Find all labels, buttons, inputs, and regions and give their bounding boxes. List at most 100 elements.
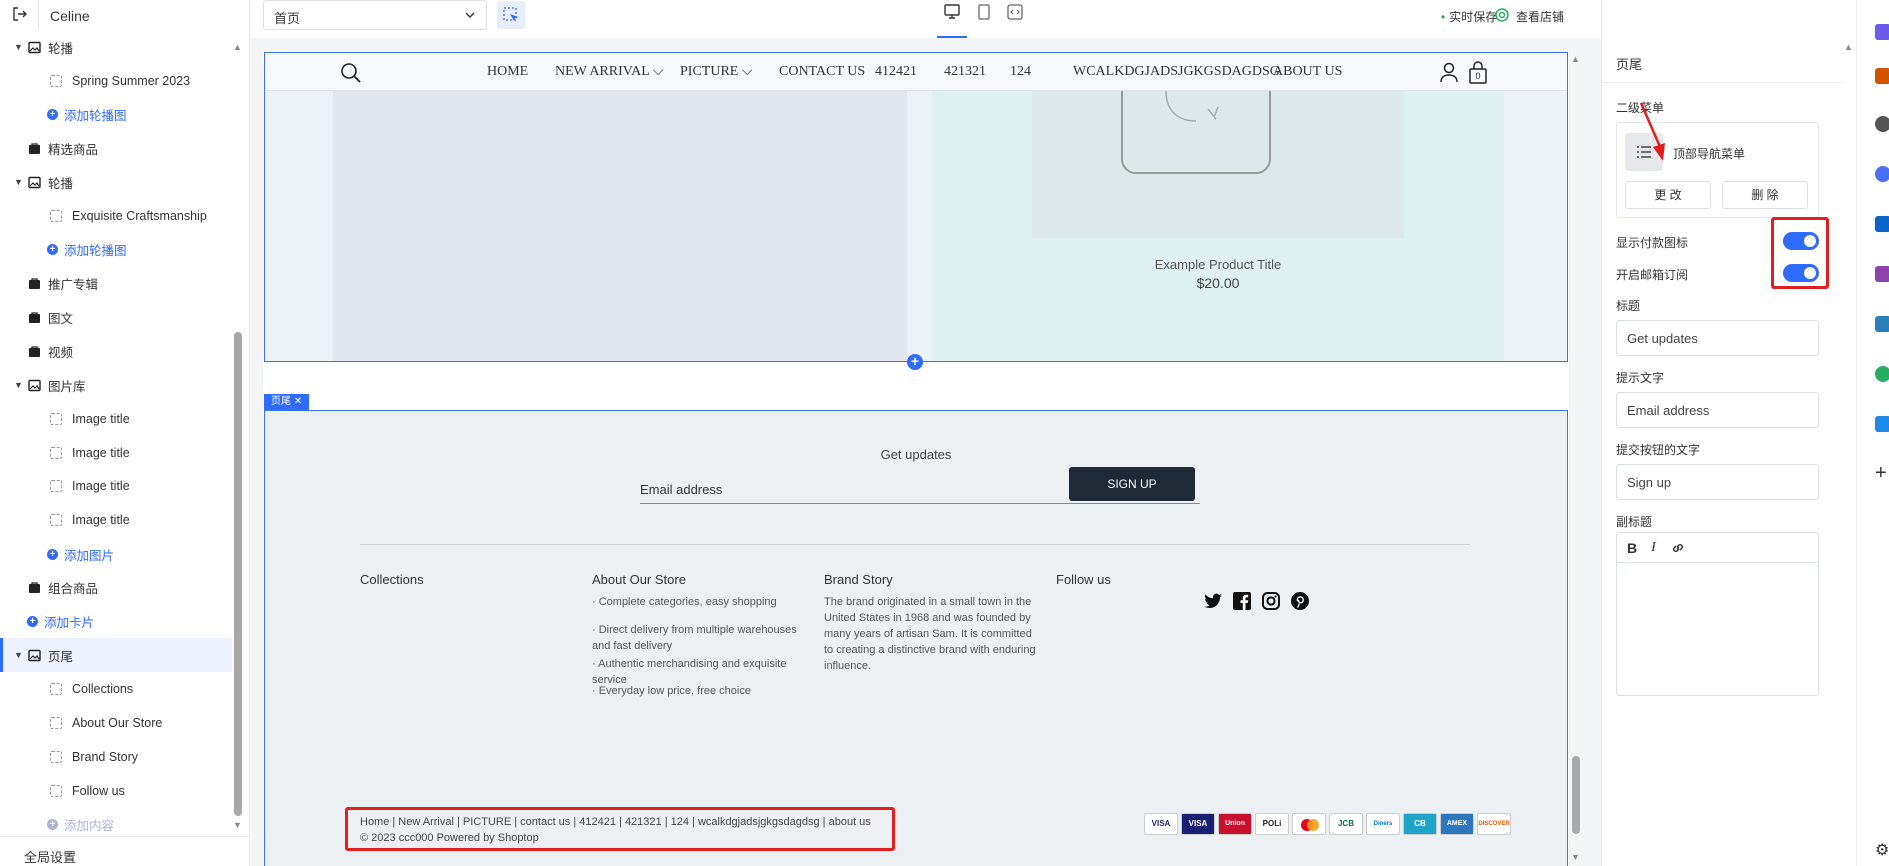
sidebar-item[interactable]: ▼ 轮播 <box>0 165 232 199</box>
sidebar-item[interactable]: Spring Summer 2023 <box>0 64 232 98</box>
account-icon[interactable] <box>1438 61 1460 83</box>
sidebar-item[interactable]: ▼ 页尾 <box>0 638 232 673</box>
sidebar-item[interactable]: Image title <box>0 436 232 470</box>
sidebar-item[interactable]: 推广专辑 <box>0 267 232 301</box>
close-icon[interactable]: ✕ <box>294 396 302 407</box>
add-icon[interactable]: + <box>1875 462 1887 485</box>
scroll-thumb[interactable] <box>1572 756 1580 834</box>
gear-icon[interactable]: ⚙ <box>1875 840 1889 860</box>
user-icon[interactable] <box>1875 116 1889 132</box>
nav-picture[interactable]: PICTURE ⌵ <box>680 64 752 80</box>
product-section[interactable]: HOME NEW ARRIVAL ⌵ PICTURE ⌵ CONTACT US … <box>264 52 1568 362</box>
scroll-up-icon[interactable]: ▲ <box>1844 42 1853 52</box>
caret-down-icon[interactable]: ▼ <box>14 380 23 390</box>
sidebar-item[interactable]: Brand Story <box>0 740 232 774</box>
scroll-thumb[interactable] <box>234 332 242 816</box>
sidebar-item[interactable]: Collections <box>0 672 232 706</box>
nav-124[interactable]: 124 <box>1010 64 1031 80</box>
change-menu-button[interactable]: 更 改 <box>1625 181 1711 209</box>
dock-app-icon[interactable] <box>1875 24 1889 40</box>
panel-scrollbar[interactable]: ▲ <box>1843 42 1855 842</box>
twitter-icon[interactable] <box>1203 591 1223 611</box>
scroll-down-icon[interactable]: ▼ <box>233 820 242 830</box>
cart-icon[interactable]: 0 <box>1467 61 1489 85</box>
sidebar-item[interactable]: 视频 <box>0 334 232 368</box>
sidebar-item[interactable]: + 添加轮播图 <box>0 98 232 132</box>
sidebar-item[interactable]: ▼ 轮播 <box>0 30 232 64</box>
caret-down-icon[interactable]: ▼ <box>14 42 23 52</box>
send-icon[interactable] <box>1875 316 1889 332</box>
select-tool-button[interactable] <box>497 1 525 29</box>
desktop-view-icon[interactable] <box>943 3 961 21</box>
designer-icon[interactable] <box>1875 266 1889 282</box>
delete-menu-button[interactable]: 删 除 <box>1722 181 1808 209</box>
product-card-image[interactable] <box>333 91 907 361</box>
view-store-link[interactable]: 查看店铺 <box>1495 8 1564 25</box>
bold-button[interactable]: B <box>1627 540 1637 556</box>
subtitle-editor[interactable]: B I <box>1616 532 1819 696</box>
sidebar-item[interactable]: 精选商品 <box>0 131 232 165</box>
drag-handle-icon[interactable] <box>50 480 62 493</box>
sidebar-item[interactable]: + 添加卡片 <box>0 605 232 639</box>
tree-icon[interactable] <box>1875 366 1889 382</box>
briefcase-icon[interactable] <box>1875 68 1889 84</box>
product-title[interactable]: Example Product Title <box>932 257 1504 272</box>
drag-handle-icon[interactable] <box>50 74 62 87</box>
nav-home[interactable]: HOME <box>487 64 528 80</box>
sidebar-item[interactable]: 组合商品 <box>0 571 232 605</box>
sidebar-item[interactable]: Image title <box>0 469 232 503</box>
signup-button[interactable]: SIGN UP <box>1069 467 1195 501</box>
nav-new-arrival[interactable]: NEW ARRIVAL ⌵ <box>555 64 663 80</box>
tablet-view-icon[interactable] <box>975 3 993 21</box>
outlook-icon[interactable] <box>1875 216 1889 232</box>
add-section-button[interactable]: + <box>907 354 923 370</box>
global-settings[interactable]: 全局设置 <box>0 836 250 866</box>
nav-about-us[interactable]: ABOUT US <box>1273 64 1342 80</box>
instagram-icon[interactable] <box>1261 591 1281 611</box>
sidebar-item[interactable]: Image title <box>0 402 232 436</box>
drag-handle-icon[interactable] <box>50 446 62 459</box>
copilot-icon[interactable] <box>1875 166 1889 182</box>
drag-handle-icon[interactable] <box>50 784 62 797</box>
fullscreen-view-icon[interactable] <box>1006 3 1024 21</box>
drag-handle-icon[interactable] <box>50 412 62 425</box>
link-icon[interactable] <box>1670 540 1686 556</box>
nav-contact-us[interactable]: CONTACT US <box>779 64 865 80</box>
sidebar-item[interactable]: About Our Store <box>0 706 232 740</box>
caret-down-icon[interactable]: ▼ <box>14 177 23 187</box>
page-select[interactable]: 首页 <box>263 0 487 30</box>
scroll-up-icon[interactable]: ▲ <box>233 42 242 52</box>
sidebar-item[interactable]: 图文 <box>0 300 232 334</box>
scroll-up-icon[interactable]: ▲ <box>1571 54 1580 64</box>
sidebar-item[interactable]: Follow us <box>0 774 232 808</box>
footer-section-tag[interactable]: 页尾 ✕ <box>264 394 310 410</box>
drag-handle-icon[interactable] <box>50 514 62 527</box>
sidebar-item[interactable]: + 添加轮播图 <box>0 233 232 267</box>
italic-button[interactable]: I <box>1651 540 1656 556</box>
footer-section[interactable]: Get updates Email address SIGN UP Collec… <box>264 410 1568 866</box>
button-text-input[interactable]: Sign up <box>1616 464 1819 500</box>
footer-links[interactable]: Home | New Arrival | PICTURE | contact u… <box>360 816 871 828</box>
sidebar-item[interactable]: ▼ 图片库 <box>0 368 232 402</box>
scroll-down-icon[interactable]: ▼ <box>1571 852 1580 862</box>
drag-handle-icon[interactable] <box>50 683 62 696</box>
nav-wcalk[interactable]: WCALKDGJADSJGKGSDAGDSG <box>1073 64 1280 80</box>
sidebar-item[interactable]: Image title <box>0 503 232 537</box>
facebook-icon[interactable] <box>1232 591 1252 611</box>
sidebar-item[interactable]: + 添加图片 <box>0 537 232 571</box>
exit-icon[interactable] <box>12 6 28 22</box>
hint-input[interactable]: Email address <box>1616 392 1819 428</box>
product-card[interactable]: Example Product Title $20.00 <box>932 91 1504 361</box>
caret-down-icon[interactable]: ▼ <box>14 650 23 660</box>
canvas-scrollbar[interactable]: ▲ ▼ <box>1569 52 1583 866</box>
nav-412421[interactable]: 412421 <box>875 64 917 80</box>
drag-handle-icon[interactable] <box>50 210 62 222</box>
translate-icon[interactable] <box>1875 416 1889 432</box>
nav-421321[interactable]: 421321 <box>944 64 986 80</box>
sidebar-item[interactable]: Exquisite Craftsmanship <box>0 199 232 233</box>
title-input[interactable]: Get updates <box>1616 320 1819 356</box>
pinterest-icon[interactable] <box>1290 591 1310 611</box>
newsletter-email-input[interactable]: Email address <box>640 482 722 497</box>
drag-handle-icon[interactable] <box>50 750 62 763</box>
drag-handle-icon[interactable] <box>50 717 62 729</box>
